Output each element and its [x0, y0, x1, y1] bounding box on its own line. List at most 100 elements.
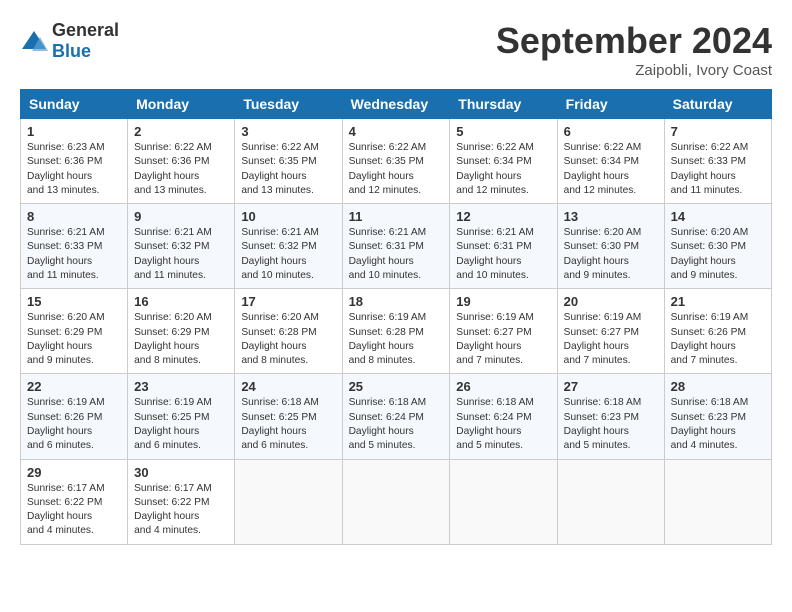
day-number: 22	[27, 379, 121, 394]
day-number: 10	[241, 209, 335, 224]
day-info: Sunrise: 6:22 AMSunset: 6:34 PMDaylight …	[456, 142, 534, 196]
weekday-header: Friday	[557, 90, 664, 119]
page-header: General Blue September 2024 Zaipobli, Iv…	[20, 20, 772, 79]
calendar-cell: 21 Sunrise: 6:19 AMSunset: 6:26 PMDaylig…	[664, 289, 771, 374]
day-info: Sunrise: 6:20 AMSunset: 6:28 PMDaylight …	[241, 312, 319, 366]
calendar-cell: 4 Sunrise: 6:22 AMSunset: 6:35 PMDayligh…	[342, 119, 450, 204]
day-number: 20	[564, 294, 658, 309]
day-info: Sunrise: 6:19 AMSunset: 6:28 PMDaylight …	[349, 312, 427, 366]
day-info: Sunrise: 6:19 AMSunset: 6:26 PMDaylight …	[671, 312, 749, 366]
day-number: 15	[27, 294, 121, 309]
day-info: Sunrise: 6:22 AMSunset: 6:34 PMDaylight …	[564, 142, 642, 196]
day-info: Sunrise: 6:17 AMSunset: 6:22 PMDaylight …	[27, 483, 105, 537]
day-number: 26	[456, 379, 550, 394]
day-info: Sunrise: 6:18 AMSunset: 6:25 PMDaylight …	[241, 397, 319, 451]
calendar-cell: 12 Sunrise: 6:21 AMSunset: 6:31 PMDaylig…	[450, 204, 557, 289]
day-number: 29	[27, 465, 121, 480]
day-number: 11	[349, 209, 444, 224]
day-info: Sunrise: 6:22 AMSunset: 6:33 PMDaylight …	[671, 142, 749, 196]
weekday-header: Sunday	[21, 90, 128, 119]
calendar-cell: 1 Sunrise: 6:23 AMSunset: 6:36 PMDayligh…	[21, 119, 128, 204]
calendar-cell	[342, 459, 450, 544]
calendar-table: SundayMondayTuesdayWednesdayThursdayFrid…	[20, 89, 772, 545]
day-number: 4	[349, 124, 444, 139]
day-number: 2	[134, 124, 228, 139]
day-number: 17	[241, 294, 335, 309]
calendar-cell: 28 Sunrise: 6:18 AMSunset: 6:23 PMDaylig…	[664, 374, 771, 459]
weekday-header: Monday	[128, 90, 235, 119]
calendar-cell	[450, 459, 557, 544]
day-info: Sunrise: 6:21 AMSunset: 6:32 PMDaylight …	[241, 227, 319, 281]
calendar-cell: 8 Sunrise: 6:21 AMSunset: 6:33 PMDayligh…	[21, 204, 128, 289]
calendar-cell: 18 Sunrise: 6:19 AMSunset: 6:28 PMDaylig…	[342, 289, 450, 374]
day-number: 7	[671, 124, 765, 139]
calendar-cell: 13 Sunrise: 6:20 AMSunset: 6:30 PMDaylig…	[557, 204, 664, 289]
day-number: 24	[241, 379, 335, 394]
month-title: September 2024	[496, 20, 772, 62]
calendar-cell: 10 Sunrise: 6:21 AMSunset: 6:32 PMDaylig…	[235, 204, 342, 289]
day-info: Sunrise: 6:21 AMSunset: 6:31 PMDaylight …	[456, 227, 534, 281]
day-number: 6	[564, 124, 658, 139]
calendar-cell: 30 Sunrise: 6:17 AMSunset: 6:22 PMDaylig…	[128, 459, 235, 544]
day-info: Sunrise: 6:22 AMSunset: 6:35 PMDaylight …	[241, 142, 319, 196]
calendar-cell: 25 Sunrise: 6:18 AMSunset: 6:24 PMDaylig…	[342, 374, 450, 459]
calendar-cell: 29 Sunrise: 6:17 AMSunset: 6:22 PMDaylig…	[21, 459, 128, 544]
calendar-week-row: 1 Sunrise: 6:23 AMSunset: 6:36 PMDayligh…	[21, 119, 772, 204]
day-info: Sunrise: 6:23 AMSunset: 6:36 PMDaylight …	[27, 142, 105, 196]
calendar-cell: 14 Sunrise: 6:20 AMSunset: 6:30 PMDaylig…	[664, 204, 771, 289]
calendar-cell: 20 Sunrise: 6:19 AMSunset: 6:27 PMDaylig…	[557, 289, 664, 374]
calendar-cell: 27 Sunrise: 6:18 AMSunset: 6:23 PMDaylig…	[557, 374, 664, 459]
calendar-cell: 23 Sunrise: 6:19 AMSunset: 6:25 PMDaylig…	[128, 374, 235, 459]
day-number: 5	[456, 124, 550, 139]
weekday-header: Saturday	[664, 90, 771, 119]
day-number: 19	[456, 294, 550, 309]
calendar-cell: 6 Sunrise: 6:22 AMSunset: 6:34 PMDayligh…	[557, 119, 664, 204]
day-number: 25	[349, 379, 444, 394]
calendar-cell: 5 Sunrise: 6:22 AMSunset: 6:34 PMDayligh…	[450, 119, 557, 204]
calendar-header-row: SundayMondayTuesdayWednesdayThursdayFrid…	[21, 90, 772, 119]
calendar-cell	[235, 459, 342, 544]
calendar-week-row: 8 Sunrise: 6:21 AMSunset: 6:33 PMDayligh…	[21, 204, 772, 289]
weekday-header: Wednesday	[342, 90, 450, 119]
day-number: 21	[671, 294, 765, 309]
day-info: Sunrise: 6:22 AMSunset: 6:36 PMDaylight …	[134, 142, 212, 196]
day-number: 16	[134, 294, 228, 309]
calendar-cell: 15 Sunrise: 6:20 AMSunset: 6:29 PMDaylig…	[21, 289, 128, 374]
calendar-cell: 9 Sunrise: 6:21 AMSunset: 6:32 PMDayligh…	[128, 204, 235, 289]
day-info: Sunrise: 6:19 AMSunset: 6:27 PMDaylight …	[456, 312, 534, 366]
weekday-header: Tuesday	[235, 90, 342, 119]
calendar-cell: 7 Sunrise: 6:22 AMSunset: 6:33 PMDayligh…	[664, 119, 771, 204]
logo-text-general: General	[52, 20, 119, 40]
day-info: Sunrise: 6:21 AMSunset: 6:33 PMDaylight …	[27, 227, 105, 281]
day-number: 18	[349, 294, 444, 309]
calendar-week-row: 22 Sunrise: 6:19 AMSunset: 6:26 PMDaylig…	[21, 374, 772, 459]
calendar-cell: 24 Sunrise: 6:18 AMSunset: 6:25 PMDaylig…	[235, 374, 342, 459]
day-number: 3	[241, 124, 335, 139]
calendar-cell: 17 Sunrise: 6:20 AMSunset: 6:28 PMDaylig…	[235, 289, 342, 374]
calendar-week-row: 15 Sunrise: 6:20 AMSunset: 6:29 PMDaylig…	[21, 289, 772, 374]
calendar-cell: 16 Sunrise: 6:20 AMSunset: 6:29 PMDaylig…	[128, 289, 235, 374]
day-info: Sunrise: 6:18 AMSunset: 6:23 PMDaylight …	[671, 397, 749, 451]
day-number: 13	[564, 209, 658, 224]
calendar-cell	[557, 459, 664, 544]
day-info: Sunrise: 6:19 AMSunset: 6:25 PMDaylight …	[134, 397, 212, 451]
day-number: 8	[27, 209, 121, 224]
calendar-cell: 22 Sunrise: 6:19 AMSunset: 6:26 PMDaylig…	[21, 374, 128, 459]
day-number: 23	[134, 379, 228, 394]
day-number: 14	[671, 209, 765, 224]
calendar-cell: 11 Sunrise: 6:21 AMSunset: 6:31 PMDaylig…	[342, 204, 450, 289]
day-info: Sunrise: 6:17 AMSunset: 6:22 PMDaylight …	[134, 483, 212, 537]
weekday-header: Thursday	[450, 90, 557, 119]
day-info: Sunrise: 6:21 AMSunset: 6:32 PMDaylight …	[134, 227, 212, 281]
day-number: 1	[27, 124, 121, 139]
day-number: 28	[671, 379, 765, 394]
day-info: Sunrise: 6:18 AMSunset: 6:24 PMDaylight …	[456, 397, 534, 451]
day-info: Sunrise: 6:18 AMSunset: 6:23 PMDaylight …	[564, 397, 642, 451]
calendar-cell: 2 Sunrise: 6:22 AMSunset: 6:36 PMDayligh…	[128, 119, 235, 204]
day-info: Sunrise: 6:21 AMSunset: 6:31 PMDaylight …	[349, 227, 427, 281]
calendar-cell: 19 Sunrise: 6:19 AMSunset: 6:27 PMDaylig…	[450, 289, 557, 374]
logo: General Blue	[20, 20, 119, 62]
day-info: Sunrise: 6:19 AMSunset: 6:26 PMDaylight …	[27, 397, 105, 451]
day-number: 9	[134, 209, 228, 224]
day-info: Sunrise: 6:20 AMSunset: 6:29 PMDaylight …	[134, 312, 212, 366]
